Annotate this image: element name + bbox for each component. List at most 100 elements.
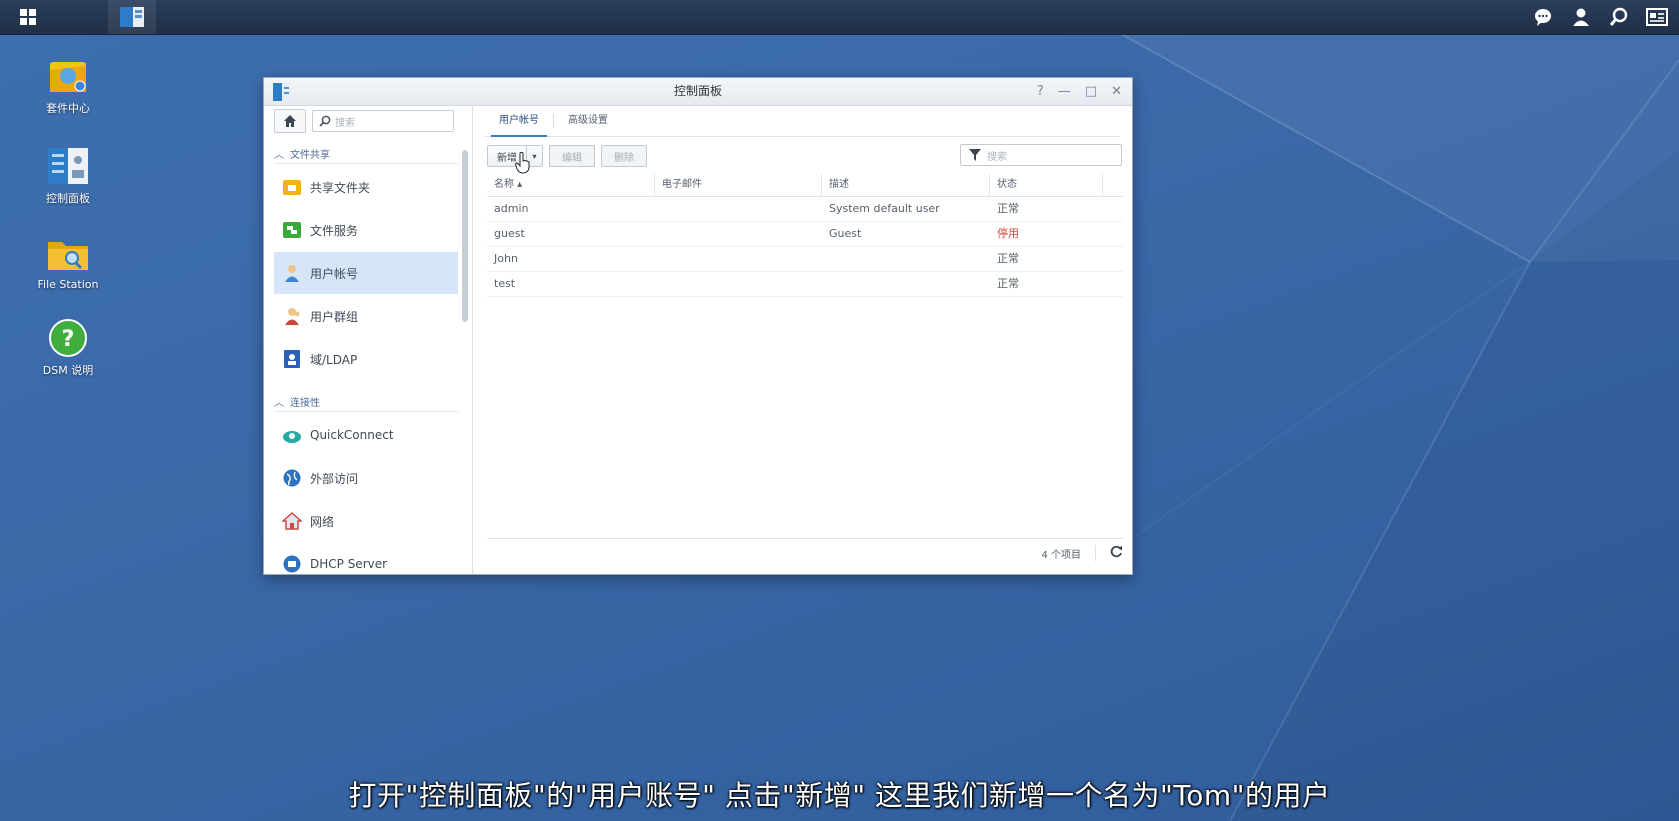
desktop-icon-dsm-help[interactable]: ? DSM 说明 [22,318,114,378]
control-panel-window: 控制面板 ? — □ ✕ 搜索 ︿ 文件共享 共享文件夹 文件服务 用户帐号 用… [263,77,1133,575]
sidebar-item-file-services[interactable]: 文件服务 [274,209,458,251]
help-icon: ? [46,318,90,358]
sidebar-item-user-accounts[interactable]: 用户帐号 [274,252,458,294]
footer-divider [1095,545,1096,561]
network-home-icon [282,511,302,531]
delete-button[interactable]: 删除 [601,145,647,167]
table-footer: 4 个项目 [487,538,1123,567]
toolbar: 新增 ▾ 编辑 删除 [487,144,647,168]
main-menu-button[interactable] [0,0,56,34]
sidebar: 搜索 ︿ 文件共享 共享文件夹 文件服务 用户帐号 用户群组 域/LDAP ︿ … [264,106,473,574]
cell-name: John [494,252,518,265]
sidebar-item-external-access[interactable]: 外部访问 [274,457,458,499]
sidebar-section-connectivity[interactable]: ︿ 连接性 [274,391,459,412]
cell-description: Guest [829,227,862,240]
sidebar-item-domain-ldap[interactable]: 域/LDAP [274,338,458,380]
column-header-status[interactable]: 状态 [990,174,1103,196]
cell-email [655,272,822,296]
user-icon [282,263,302,283]
tab-user-accounts[interactable]: 用户帐号 [485,106,553,137]
control-panel-icon [273,83,291,101]
video-subtitle: 打开"控制面板"的"用户账号" 点击"新增" 这里我们新增一个名为"Tom"的用… [348,779,1331,812]
taskbar [0,0,1679,35]
cell-status: 正常 [997,252,1019,265]
quickconnect-icon [282,425,302,445]
domain-ldap-icon [282,349,302,369]
cell-status: 正常 [997,277,1019,290]
sidebar-item-dhcp-server[interactable]: DHCP Server [274,543,458,574]
filter-icon [969,149,981,161]
table-row[interactable]: admin System default user 正常 [487,197,1123,222]
control-panel-icon [120,7,144,27]
dhcp-server-icon [282,554,302,574]
control-panel-icon [46,146,90,186]
cell-name: guest [494,227,525,240]
file-services-icon [282,220,302,240]
filter-search-placeholder: 搜索 [987,151,1007,163]
cell-description [822,247,990,271]
package-center-icon [46,56,90,96]
chat-icon[interactable] [1531,5,1555,29]
refresh-icon [1110,545,1122,558]
widgets-icon[interactable] [1645,5,1669,29]
column-header-spacer [1103,174,1123,196]
refresh-button[interactable] [1110,545,1123,561]
cell-name: test [494,277,516,290]
table-row[interactable]: guest Guest 停用 [487,222,1123,247]
desktop-icon-control-panel[interactable]: 控制面板 [22,146,114,206]
tab-advanced-settings[interactable]: 高级设置 [554,106,622,136]
sidebar-scrollbar[interactable] [462,150,468,322]
sidebar-item-network[interactable]: 网络 [274,500,458,542]
svg-text:?: ? [62,327,75,352]
sidebar-item-user-groups[interactable]: 用户群组 [274,295,458,337]
table-row[interactable]: test 正常 [487,272,1123,297]
cell-email [655,222,822,246]
chevron-up-icon: ︿ [274,149,284,161]
filter-search-input[interactable]: 搜索 [960,144,1122,166]
shared-folder-icon [282,177,302,197]
home-icon [284,115,296,127]
edit-button[interactable]: 编辑 [549,145,595,167]
folder-icon [46,234,90,274]
sidebar-section-file-sharing[interactable]: ︿ 文件共享 [274,143,459,164]
column-header-name[interactable]: 名称 ▴ [487,174,655,196]
minimize-button[interactable]: — [1058,78,1071,105]
cell-status: 停用 [997,227,1019,240]
sidebar-search-input[interactable]: 搜索 [312,110,454,132]
taskbar-control-panel-button[interactable] [108,0,156,34]
globe-icon [282,468,302,488]
column-header-email[interactable]: 电子邮件 [655,174,822,196]
close-button[interactable]: ✕ [1111,78,1122,105]
search-icon[interactable] [1607,5,1631,29]
tab-bar: 用户帐号 高级设置 [485,106,1120,137]
help-button[interactable]: ? [1037,78,1044,105]
hand-cursor-icon [515,152,530,174]
cell-status: 正常 [997,202,1019,215]
user-group-icon [282,306,302,326]
desktop-icon-file-station[interactable]: File Station [22,234,114,291]
home-button[interactable] [274,109,306,133]
item-count: 4 个项目 [1041,549,1081,561]
chevron-up-icon: ︿ [274,397,284,409]
user-icon[interactable] [1569,5,1593,29]
column-header-description[interactable]: 描述 [822,174,990,196]
search-icon [319,115,331,127]
table-header: 名称 ▴ 电子邮件 描述 状态 [487,174,1123,197]
main-menu-icon [20,9,36,25]
desktop-icon-package-center[interactable]: 套件中心 [22,56,114,116]
cell-description [822,272,990,296]
chevron-down-icon: ▾ [532,151,537,161]
cell-name: admin [494,202,529,215]
cell-email [655,197,822,221]
main-panel: 用户帐号 高级设置 新增 ▾ 编辑 删除 搜索 名称 ▴ 电子邮件 描述 状态 [473,106,1132,574]
maximize-button[interactable]: □ [1085,78,1097,105]
window-titlebar[interactable]: 控制面板 ? — □ ✕ [264,78,1132,106]
sidebar-search-placeholder: 搜索 [335,117,355,129]
window-title: 控制面板 [673,84,722,98]
sidebar-item-shared-folder[interactable]: 共享文件夹 [274,166,458,208]
user-table: 名称 ▴ 电子邮件 描述 状态 admin System default use… [487,174,1123,297]
cell-email [655,247,822,271]
sidebar-item-quickconnect[interactable]: QuickConnect [274,414,458,456]
table-row[interactable]: John 正常 [487,247,1123,272]
cell-description: System default user [829,202,940,215]
